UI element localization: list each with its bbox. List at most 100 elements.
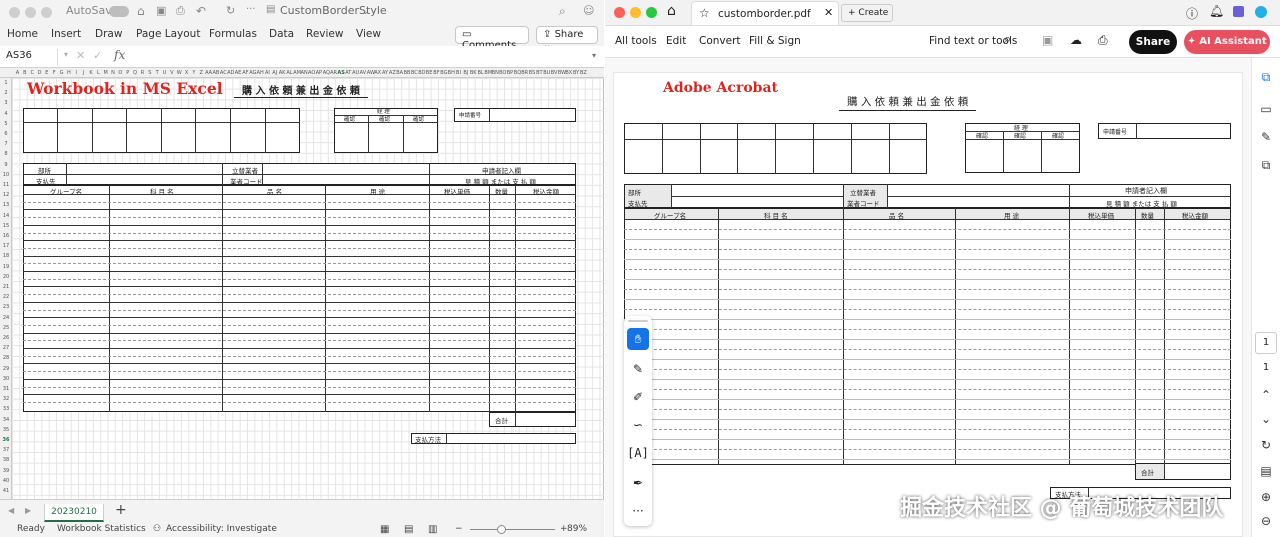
function-icon[interactable]: fx <box>114 48 125 62</box>
row-header[interactable]: 27 <box>0 345 11 351</box>
column-header[interactable]: AT <box>345 68 352 77</box>
tab-view[interactable]: View <box>356 28 381 40</box>
help-icon[interactable]: ⓘ <box>1186 5 1198 22</box>
tab-review[interactable]: Review <box>306 28 343 40</box>
column-header[interactable]: AZ <box>389 68 396 77</box>
row-header[interactable]: 14 <box>0 213 11 219</box>
draw-freeform-icon[interactable]: ∽ <box>627 414 649 436</box>
column-header[interactable]: AG <box>249 68 256 77</box>
row-header[interactable]: 41 <box>0 488 11 494</box>
row-header[interactable]: 5 <box>0 121 11 127</box>
add-comment-icon[interactable]: ✎ <box>627 358 649 380</box>
all-tools-menu[interactable]: All tools <box>615 35 657 47</box>
next-sheet-icon[interactable]: ▶ <box>25 506 31 515</box>
hand-tool-icon[interactable]: ✋︎ <box>627 328 649 350</box>
cancel-icon[interactable]: ✕ <box>76 49 85 62</box>
prev-sheet-icon[interactable]: ◀ <box>8 506 14 515</box>
column-header[interactable]: BR <box>521 68 528 77</box>
tab-data[interactable]: Data <box>269 28 294 40</box>
column-header[interactable]: BH <box>448 68 455 77</box>
export-pdf-icon[interactable]: ⧉ <box>1259 70 1273 84</box>
search-icon[interactable]: ⌕ <box>1004 32 1011 47</box>
print-icon[interactable]: ⎙ <box>1098 33 1108 48</box>
column-header[interactable]: AO <box>308 68 315 77</box>
close-tab-icon[interactable]: ✕ <box>824 6 833 19</box>
row-header[interactable]: 24 <box>0 315 11 321</box>
column-header[interactable]: BT <box>536 68 543 77</box>
column-header[interactable]: BB <box>404 68 411 77</box>
column-header[interactable]: L <box>95 68 102 77</box>
column-header[interactable]: BV <box>551 68 558 77</box>
row-header[interactable]: 21 <box>0 284 11 290</box>
edit-menu[interactable]: Edit <box>666 35 686 47</box>
row-header[interactable]: 6 <box>0 131 11 137</box>
column-header[interactable]: AY <box>382 68 389 77</box>
home-icon[interactable]: ⌂ <box>137 4 145 18</box>
minimize-window-button[interactable] <box>630 7 641 18</box>
row-header[interactable]: 3 <box>0 100 11 106</box>
zoom-slider-thumb[interactable] <box>497 525 506 534</box>
column-header[interactable]: AR <box>330 68 337 77</box>
zoom-level[interactable]: 89% <box>567 524 587 534</box>
page-break-view-icon[interactable]: ▥ <box>428 524 437 535</box>
column-header[interactable]: BP <box>506 68 513 77</box>
more-tools-icon[interactable]: ··· <box>627 500 649 522</box>
drag-handle[interactable] <box>628 320 648 322</box>
column-header[interactable]: AU <box>352 68 359 77</box>
tab-draw[interactable]: Draw <box>95 28 122 40</box>
column-header[interactable]: N <box>110 68 117 77</box>
column-header[interactable]: BZ <box>580 68 587 77</box>
column-header[interactable]: S <box>146 68 153 77</box>
column-header[interactable]: AA <box>205 68 212 77</box>
column-header[interactable]: BF <box>433 68 440 77</box>
column-header[interactable]: T <box>154 68 161 77</box>
column-header[interactable]: AX <box>374 68 381 77</box>
document-tab[interactable]: ☆ customborder.pdf ✕ <box>691 1 839 25</box>
fill-sign-menu[interactable]: Fill & Sign <box>749 35 801 47</box>
column-header[interactable]: AV <box>359 68 367 77</box>
row-header[interactable]: 4 <box>0 111 11 117</box>
row-header[interactable]: 19 <box>0 264 11 270</box>
page-down-icon[interactable]: ⌄ <box>1259 412 1273 426</box>
column-header[interactable]: U <box>161 68 168 77</box>
row-header[interactable]: 17 <box>0 243 11 249</box>
column-header[interactable]: AL <box>286 68 293 77</box>
zoom-window-button[interactable] <box>646 7 657 18</box>
column-header[interactable]: P <box>124 68 131 77</box>
row-header[interactable]: 22 <box>0 294 11 300</box>
column-header[interactable]: AS <box>337 68 344 77</box>
row-header[interactable]: 30 <box>0 376 11 382</box>
search-icon[interactable]: ⌕ <box>559 4 566 19</box>
column-header[interactable]: AE <box>235 68 242 77</box>
row-header[interactable]: 10 <box>0 172 11 178</box>
column-header[interactable]: D <box>36 68 43 77</box>
row-header[interactable]: 26 <box>0 335 11 341</box>
column-header[interactable]: BY <box>573 68 580 77</box>
zoom-window-button[interactable] <box>41 7 52 18</box>
name-box-chevron-icon[interactable]: ▾ <box>64 50 68 59</box>
column-header[interactable]: BK <box>470 68 477 77</box>
column-header[interactable]: BG <box>440 68 447 77</box>
close-window-button[interactable] <box>9 7 20 18</box>
upload-cloud-icon[interactable]: ☁ <box>1070 33 1082 47</box>
row-header[interactable]: 23 <box>0 304 11 310</box>
worksheet-grid[interactable]: Workbook in MS Excel 購 入 依 頼 兼 出 金 依 頼 経… <box>12 78 604 499</box>
add-text-icon[interactable]: [A] <box>627 442 649 464</box>
row-header[interactable]: 34 <box>0 417 11 423</box>
notification-icon[interactable]: 🔔︎ <box>1209 4 1224 18</box>
star-icon[interactable]: ☆ <box>699 6 710 20</box>
home-icon[interactable]: ⌂ <box>667 3 676 19</box>
row-header[interactable]: 31 <box>0 386 11 392</box>
comment-panel-icon[interactable]: ▭ <box>1259 102 1273 116</box>
column-header[interactable]: BW <box>558 68 566 77</box>
zoom-in-icon[interactable]: ⊕ <box>1259 490 1273 504</box>
zoom-out-icon[interactable]: ⊖ <box>1259 514 1273 528</box>
ai-assistant-button[interactable]: ✦ AI Assistant <box>1184 30 1270 54</box>
tab-formulas[interactable]: Formulas <box>209 28 257 40</box>
workbook-statistics[interactable]: Workbook Statistics <box>57 524 146 534</box>
row-header[interactable]: 20 <box>0 274 11 280</box>
comments-button[interactable]: ▭ Comments <box>455 26 529 51</box>
column-header[interactable]: AM <box>293 68 301 77</box>
column-header[interactable]: I <box>73 68 80 77</box>
column-header[interactable]: BX <box>565 68 572 77</box>
